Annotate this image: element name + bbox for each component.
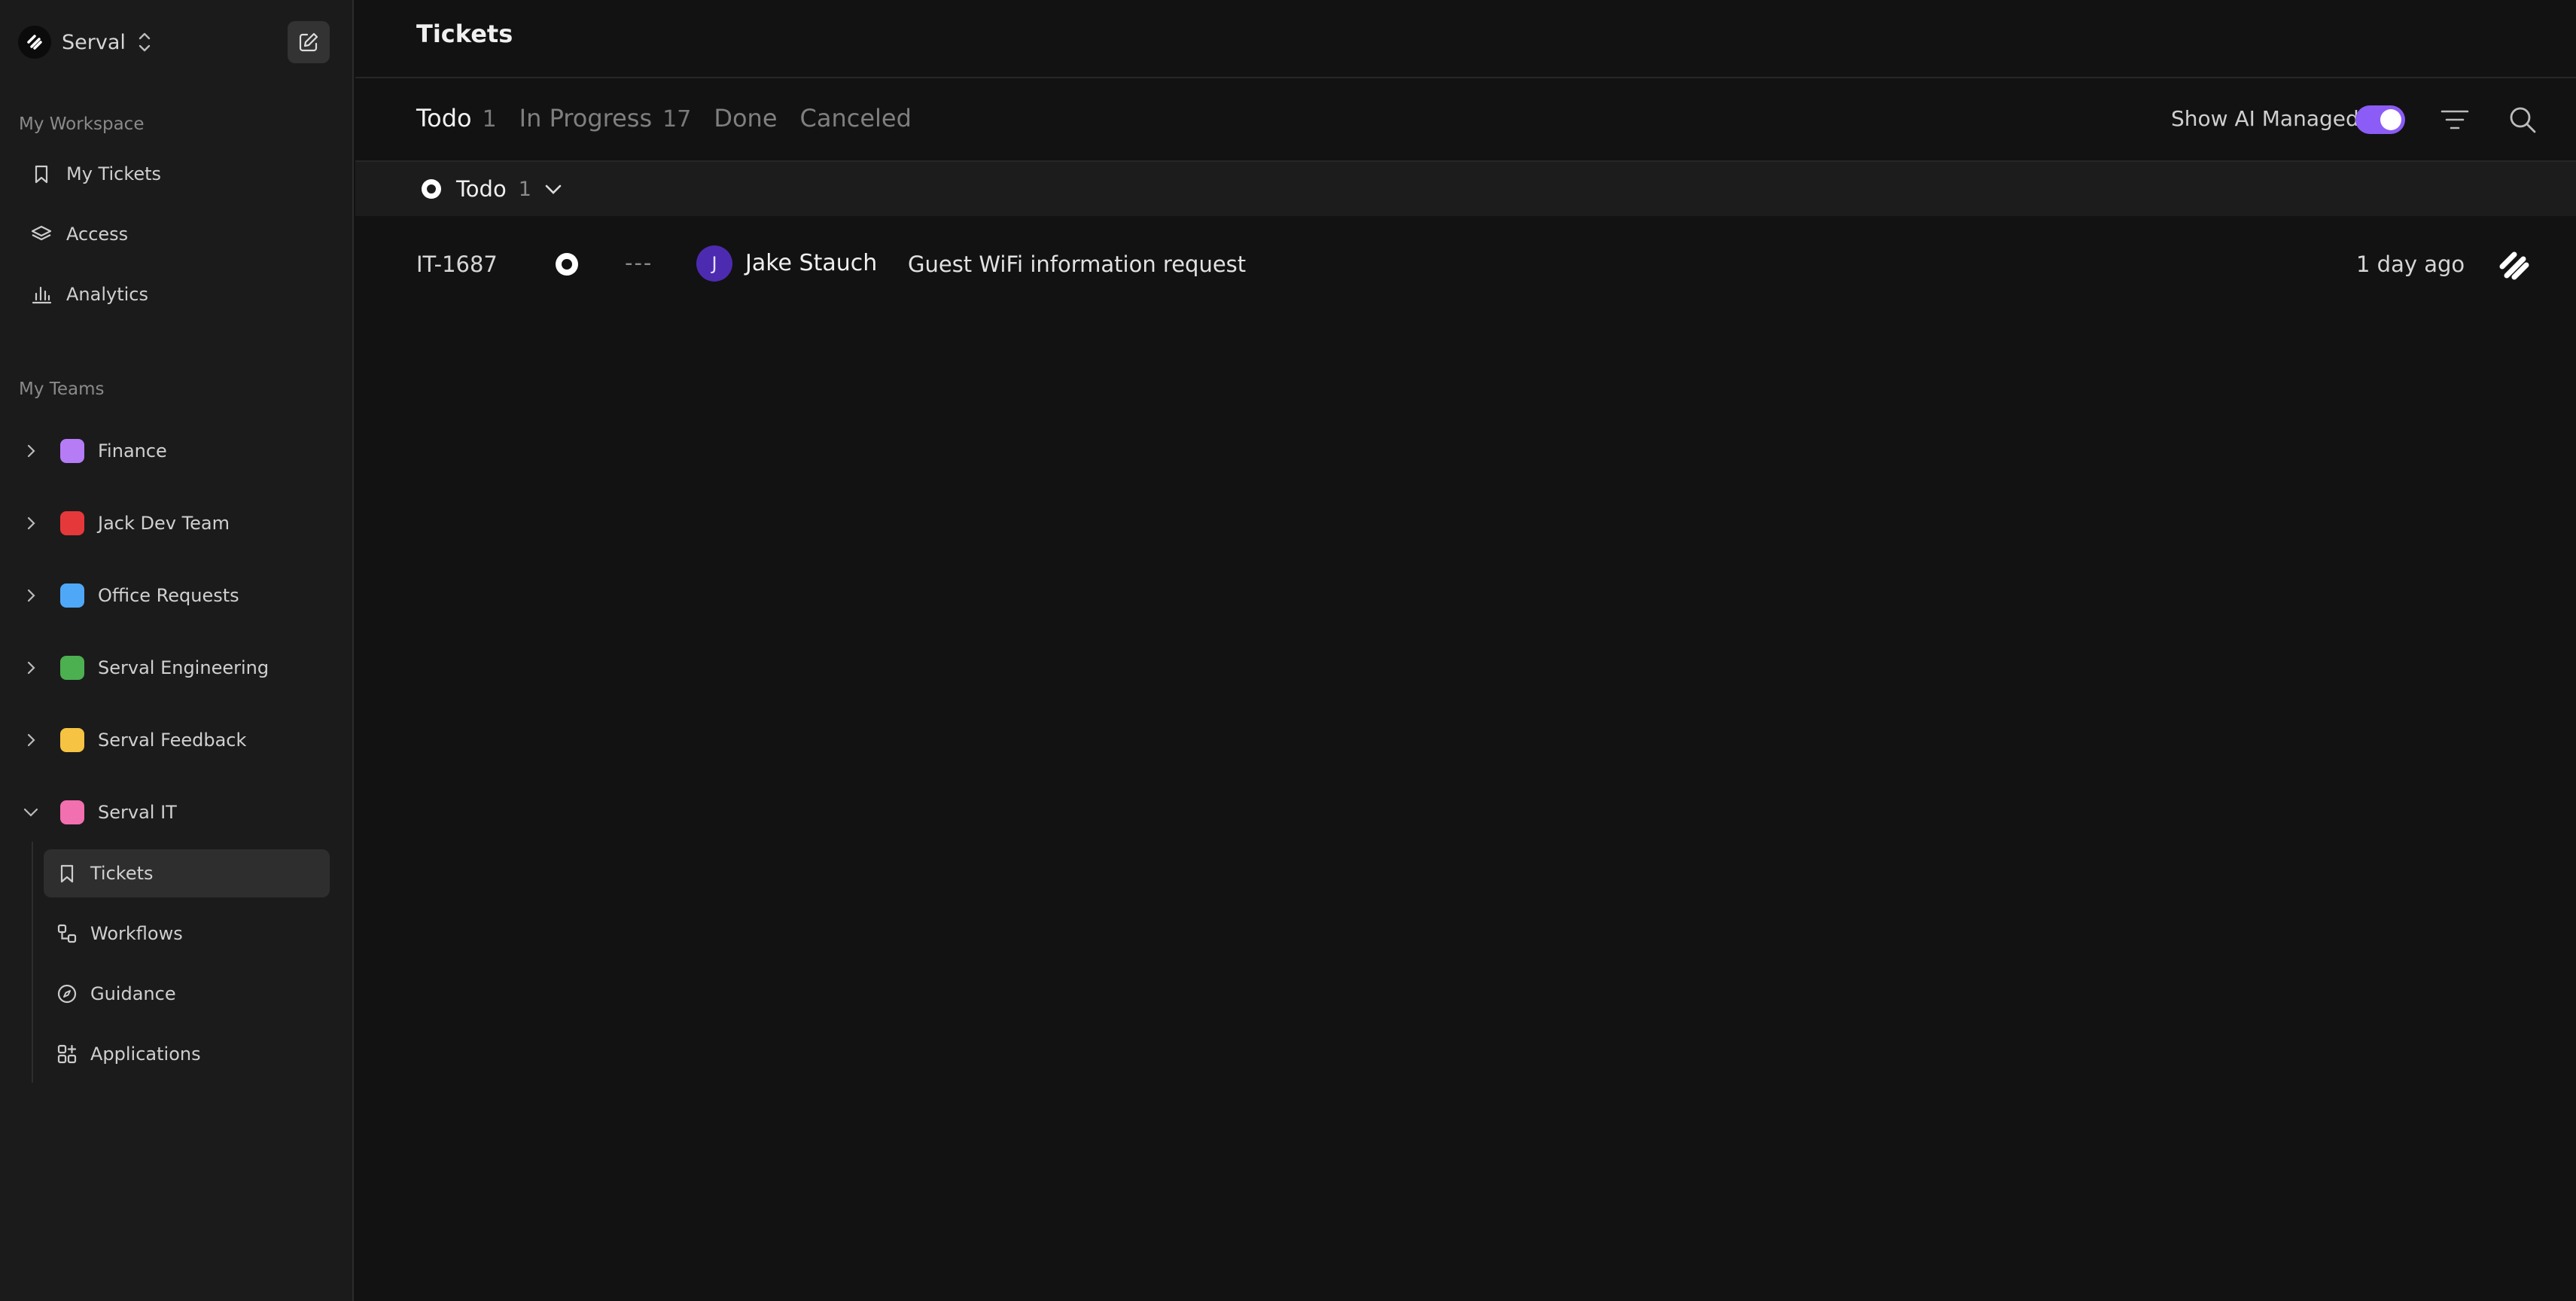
sidebar-item-guidance[interactable]: Guidance <box>44 970 330 1018</box>
ticket-timestamp: 1 day ago <box>2356 251 2465 277</box>
chevron-down-icon[interactable] <box>544 181 563 197</box>
tab-in-progress[interactable]: In Progress 17 <box>519 104 692 133</box>
sidebar-item-access[interactable]: Access <box>30 215 128 253</box>
my-workspace-label: My Workspace <box>19 114 145 134</box>
assignee-name: Jake Stauch <box>745 250 878 276</box>
todo-status-icon[interactable] <box>554 251 580 277</box>
team-label: Office Requests <box>98 585 239 606</box>
show-ai-managed-label: Show AI Managed <box>2171 106 2359 131</box>
chevron-right-icon[interactable] <box>18 583 44 608</box>
serval-logo-icon <box>18 26 51 59</box>
bookmark-icon <box>35 165 48 184</box>
team-color-dot <box>60 583 84 608</box>
layers-icon <box>31 225 52 241</box>
main-panel: Tickets Todo 1 In Progress 17 Done Cance… <box>355 0 2576 1301</box>
tab-label: Canceled <box>799 104 912 133</box>
workspace-switcher[interactable]: Serval <box>18 23 153 62</box>
tab-label: Done <box>714 104 778 133</box>
tab-todo[interactable]: Todo 1 <box>416 104 497 133</box>
chevron-right-icon[interactable] <box>18 438 44 464</box>
edit-icon <box>299 32 318 52</box>
priority-indicator[interactable]: --- <box>625 250 653 276</box>
tab-done[interactable]: Done <box>714 104 777 133</box>
team-tree-line <box>32 842 33 1083</box>
workspace-name: Serval <box>62 30 126 54</box>
team-color-dot <box>60 728 84 752</box>
chevron-down-icon[interactable] <box>18 800 44 825</box>
team-label: Serval IT <box>98 802 177 823</box>
team-serval-it[interactable]: Serval IT <box>18 794 177 831</box>
filter-icon[interactable] <box>2439 105 2471 134</box>
page-title: Tickets <box>416 20 513 48</box>
workflow-icon <box>57 924 77 943</box>
sidebar-item-my-tickets[interactable]: My Tickets <box>30 155 161 193</box>
team-label: Serval Feedback <box>98 730 247 751</box>
tab-count: 17 <box>662 106 692 133</box>
sidebar-item-label: My Tickets <box>66 163 162 184</box>
team-jack-dev-team[interactable]: Jack Dev Team <box>18 504 230 542</box>
show-ai-managed-toggle[interactable] <box>2355 105 2405 134</box>
group-header-todo[interactable]: Todo 1 <box>355 162 2576 216</box>
chevron-up-down-icon <box>139 32 151 52</box>
avatar: J <box>696 245 732 282</box>
table-row[interactable]: IT-1687 --- J Jake Stauch Guest WiFi inf… <box>355 233 2576 295</box>
tab-canceled[interactable]: Canceled <box>800 104 912 133</box>
chevron-right-icon[interactable] <box>18 655 44 681</box>
group-label: Todo <box>456 176 507 202</box>
team-label: Serval Engineering <box>98 657 269 678</box>
sidebar-item-workflows[interactable]: Workflows <box>44 909 330 958</box>
tab-count: 1 <box>482 106 497 133</box>
toggle-knob <box>2380 109 2401 130</box>
header-divider <box>355 77 2576 78</box>
sidebar-item-analytics[interactable]: Analytics <box>30 276 148 313</box>
chevron-right-icon[interactable] <box>18 510 44 536</box>
sidebar-item-label: Tickets <box>90 863 154 884</box>
team-color-dot <box>60 656 84 680</box>
new-ticket-button[interactable] <box>288 21 330 63</box>
team-serval-feedback[interactable]: Serval Feedback <box>18 721 246 759</box>
search-icon[interactable] <box>2507 104 2538 136</box>
team-finance[interactable]: Finance <box>18 432 167 470</box>
sidebar: Serval My Workspace My Tickets Access An… <box>0 0 354 1301</box>
team-serval-engineering[interactable]: Serval Engineering <box>18 649 269 687</box>
status-tabs: Todo 1 In Progress 17 Done Canceled <box>416 104 912 133</box>
team-label: Jack Dev Team <box>98 513 230 534</box>
ticket-title: Guest WiFi information request <box>908 251 1247 277</box>
chevron-right-icon[interactable] <box>18 727 44 753</box>
team-color-dot <box>60 439 84 463</box>
sidebar-item-label: Analytics <box>66 284 148 305</box>
ticket-id: IT-1687 <box>416 251 498 277</box>
sidebar-item-label: Access <box>66 224 129 245</box>
group-count: 1 <box>518 177 531 201</box>
bar-chart-icon <box>32 286 52 304</box>
tab-label: Todo <box>416 104 472 133</box>
compass-icon <box>57 984 77 1004</box>
sidebar-item-label: Workflows <box>90 923 183 944</box>
sidebar-item-label: Guidance <box>90 983 176 1004</box>
todo-status-icon <box>422 179 441 199</box>
sidebar-item-label: Applications <box>90 1044 201 1065</box>
team-label: Finance <box>98 440 167 462</box>
my-teams-label: My Teams <box>19 379 105 399</box>
team-office-requests[interactable]: Office Requests <box>18 577 239 614</box>
apps-icon <box>57 1044 77 1064</box>
tab-label: In Progress <box>519 104 653 133</box>
sidebar-item-tickets[interactable]: Tickets <box>44 849 330 897</box>
sidebar-item-applications[interactable]: Applications <box>44 1030 330 1078</box>
serval-ai-icon <box>2499 251 2529 280</box>
team-color-dot <box>60 511 84 535</box>
team-color-dot <box>60 800 84 824</box>
bookmark-icon <box>60 864 74 883</box>
